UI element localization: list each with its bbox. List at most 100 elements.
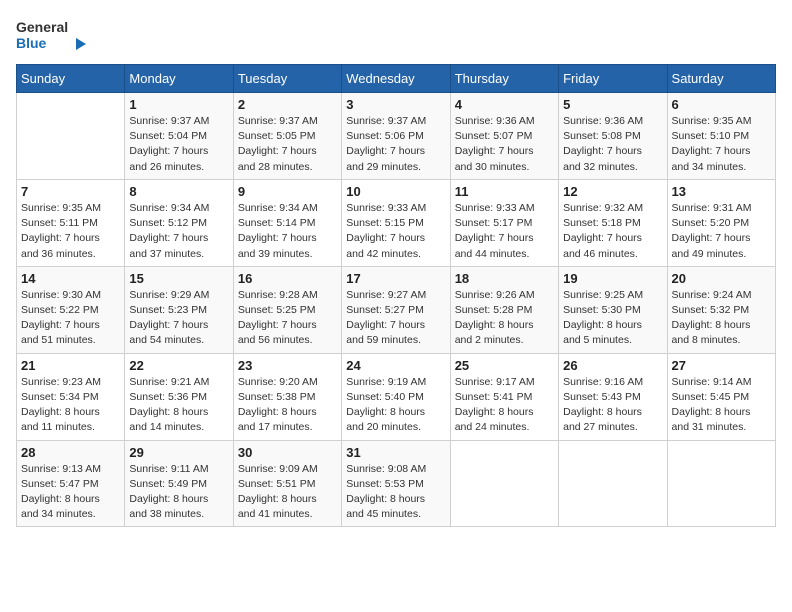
day-info: Sunrise: 9:34 AM Sunset: 5:12 PM Dayligh… [129,201,228,262]
day-number: 14 [21,271,120,286]
day-number: 7 [21,184,120,199]
day-number: 18 [455,271,554,286]
calendar-body: 1 Sunrise: 9:37 AM Sunset: 5:04 PM Daylig… [17,93,776,527]
day-number: 24 [346,358,445,373]
day-info: Sunrise: 9:37 AM Sunset: 5:06 PM Dayligh… [346,114,445,175]
day-number: 27 [672,358,771,373]
day-number: 20 [672,271,771,286]
calendar-cell: 28Sunrise: 9:13 AM Sunset: 5:47 PM Dayli… [17,440,125,527]
calendar-cell: 25 Sunrise: 9:17 AM Sunset: 5:41 PM Dayli… [450,353,558,440]
calendar-week-1: 1 Sunrise: 9:37 AM Sunset: 5:04 PM Daylig… [17,93,776,180]
day-number: 2 [238,97,337,112]
calendar-cell [667,440,775,527]
day-info: Sunrise: 9:36 AM Sunset: 5:07 PM Dayligh… [455,114,554,175]
day-info: Sunrise: 9:24 AM Sunset: 5:32 PM Dayligh… [672,288,771,349]
calendar-cell: 19Sunrise: 9:25 AM Sunset: 5:30 PM Dayli… [559,266,667,353]
day-number: 31 [346,445,445,460]
day-info: Sunrise: 9:33 AM Sunset: 5:15 PM Dayligh… [346,201,445,262]
logo: GeneralBlue [16,16,96,56]
svg-text:Blue: Blue [16,35,47,51]
day-info: Sunrise: 9:08 AM Sunset: 5:53 PM Dayligh… [346,462,445,523]
calendar-cell: 4 Sunrise: 9:36 AM Sunset: 5:07 PM Daylig… [450,93,558,180]
calendar-cell: 16Sunrise: 9:28 AM Sunset: 5:25 PM Dayli… [233,266,341,353]
calendar-cell: 13 Sunrise: 9:31 AM Sunset: 5:20 PM Dayli… [667,179,775,266]
day-number: 13 [672,184,771,199]
day-number: 16 [238,271,337,286]
calendar-week-2: 7 Sunrise: 9:35 AM Sunset: 5:11 PM Daylig… [17,179,776,266]
day-info: Sunrise: 9:27 AM Sunset: 5:27 PM Dayligh… [346,288,445,349]
calendar-cell: 31 Sunrise: 9:08 AM Sunset: 5:53 PM Dayli… [342,440,450,527]
column-header-tuesday: Tuesday [233,65,341,93]
column-header-monday: Monday [125,65,233,93]
day-info: Sunrise: 9:34 AM Sunset: 5:14 PM Dayligh… [238,201,337,262]
column-header-thursday: Thursday [450,65,558,93]
calendar-header: SundayMondayTuesdayWednesdayThursdayFrid… [17,65,776,93]
day-info: Sunrise: 9:21 AM Sunset: 5:36 PM Dayligh… [129,375,228,436]
calendar-cell: 29Sunrise: 9:11 AM Sunset: 5:49 PM Dayli… [125,440,233,527]
calendar-cell: 10 Sunrise: 9:33 AM Sunset: 5:15 PM Dayli… [342,179,450,266]
column-header-friday: Friday [559,65,667,93]
calendar-cell: 6 Sunrise: 9:35 AM Sunset: 5:10 PM Daylig… [667,93,775,180]
calendar-cell [450,440,558,527]
day-info: Sunrise: 9:29 AM Sunset: 5:23 PM Dayligh… [129,288,228,349]
calendar-cell: 27 Sunrise: 9:14 AM Sunset: 5:45 PM Dayli… [667,353,775,440]
day-info: Sunrise: 9:14 AM Sunset: 5:45 PM Dayligh… [672,375,771,436]
day-number: 26 [563,358,662,373]
calendar-cell: 2 Sunrise: 9:37 AM Sunset: 5:05 PM Daylig… [233,93,341,180]
day-number: 1 [129,97,228,112]
day-number: 11 [455,184,554,199]
calendar-cell: 30Sunrise: 9:09 AM Sunset: 5:51 PM Dayli… [233,440,341,527]
day-info: Sunrise: 9:19 AM Sunset: 5:40 PM Dayligh… [346,375,445,436]
day-info: Sunrise: 9:36 AM Sunset: 5:08 PM Dayligh… [563,114,662,175]
day-info: Sunrise: 9:23 AM Sunset: 5:34 PM Dayligh… [21,375,120,436]
calendar-cell: 9 Sunrise: 9:34 AM Sunset: 5:14 PM Daylig… [233,179,341,266]
day-info: Sunrise: 9:31 AM Sunset: 5:20 PM Dayligh… [672,201,771,262]
day-info: Sunrise: 9:16 AM Sunset: 5:43 PM Dayligh… [563,375,662,436]
day-number: 6 [672,97,771,112]
day-number: 25 [455,358,554,373]
day-number: 4 [455,97,554,112]
calendar-cell: 7 Sunrise: 9:35 AM Sunset: 5:11 PM Daylig… [17,179,125,266]
svg-text:General: General [16,19,68,35]
calendar-cell [559,440,667,527]
day-info: Sunrise: 9:26 AM Sunset: 5:28 PM Dayligh… [455,288,554,349]
calendar-cell: 3 Sunrise: 9:37 AM Sunset: 5:06 PM Daylig… [342,93,450,180]
calendar-cell: 11 Sunrise: 9:33 AM Sunset: 5:17 PM Dayli… [450,179,558,266]
day-info: Sunrise: 9:35 AM Sunset: 5:11 PM Dayligh… [21,201,120,262]
day-number: 15 [129,271,228,286]
day-number: 10 [346,184,445,199]
logo-svg: GeneralBlue [16,16,96,56]
day-number: 22 [129,358,228,373]
day-info: Sunrise: 9:33 AM Sunset: 5:17 PM Dayligh… [455,201,554,262]
calendar-week-3: 14 Sunrise: 9:30 AM Sunset: 5:22 PM Dayli… [17,266,776,353]
day-number: 9 [238,184,337,199]
calendar-cell: 1 Sunrise: 9:37 AM Sunset: 5:04 PM Daylig… [125,93,233,180]
day-info: Sunrise: 9:20 AM Sunset: 5:38 PM Dayligh… [238,375,337,436]
day-number: 29 [129,445,228,460]
calendar-week-4: 21Sunrise: 9:23 AM Sunset: 5:34 PM Dayli… [17,353,776,440]
day-info: Sunrise: 9:30 AM Sunset: 5:22 PM Dayligh… [21,288,120,349]
calendar-cell: 12Sunrise: 9:32 AM Sunset: 5:18 PM Dayli… [559,179,667,266]
day-info: Sunrise: 9:37 AM Sunset: 5:05 PM Dayligh… [238,114,337,175]
calendar-cell: 20 Sunrise: 9:24 AM Sunset: 5:32 PM Dayli… [667,266,775,353]
day-number: 30 [238,445,337,460]
calendar-cell: 24 Sunrise: 9:19 AM Sunset: 5:40 PM Dayli… [342,353,450,440]
calendar-week-5: 28Sunrise: 9:13 AM Sunset: 5:47 PM Dayli… [17,440,776,527]
calendar-cell [17,93,125,180]
calendar-cell: 17Sunrise: 9:27 AM Sunset: 5:27 PM Dayli… [342,266,450,353]
day-info: Sunrise: 9:37 AM Sunset: 5:04 PM Dayligh… [129,114,228,175]
day-number: 3 [346,97,445,112]
calendar-cell: 23 Sunrise: 9:20 AM Sunset: 5:38 PM Dayli… [233,353,341,440]
day-number: 8 [129,184,228,199]
day-info: Sunrise: 9:17 AM Sunset: 5:41 PM Dayligh… [455,375,554,436]
calendar-cell: 22 Sunrise: 9:21 AM Sunset: 5:36 PM Dayli… [125,353,233,440]
day-number: 5 [563,97,662,112]
day-number: 23 [238,358,337,373]
column-header-sunday: Sunday [17,65,125,93]
column-header-saturday: Saturday [667,65,775,93]
page-header: GeneralBlue [16,16,776,56]
day-info: Sunrise: 9:35 AM Sunset: 5:10 PM Dayligh… [672,114,771,175]
calendar-table: SundayMondayTuesdayWednesdayThursdayFrid… [16,64,776,527]
day-number: 12 [563,184,662,199]
calendar-cell: 15 Sunrise: 9:29 AM Sunset: 5:23 PM Dayli… [125,266,233,353]
